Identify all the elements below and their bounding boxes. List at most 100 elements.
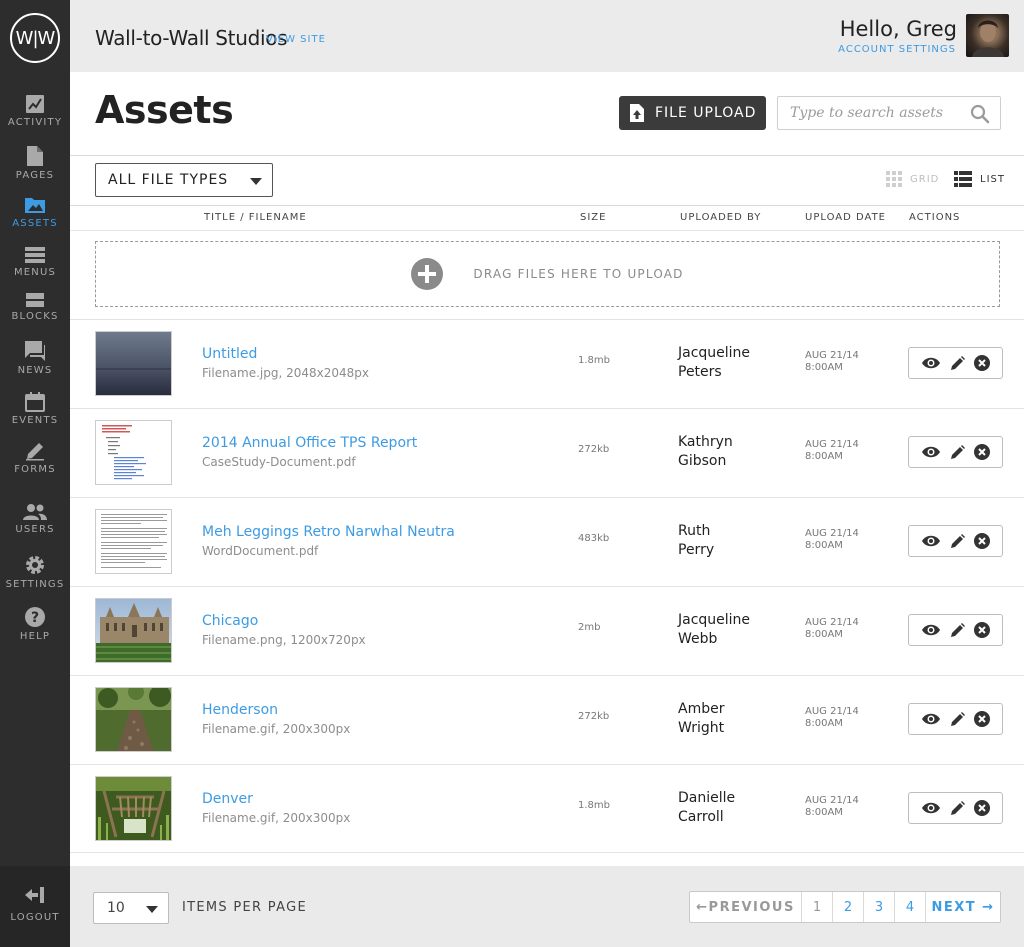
add-circle-icon [411,258,444,290]
sidebar-item-blocks[interactable]: BLOCKS [0,292,70,322]
row-actions [908,703,1003,735]
file-upload-button[interactable]: FILE UPLOAD [619,96,766,130]
upload-time: 8:00AM [805,718,843,729]
items-per-page-select[interactable]: 10 [93,892,169,924]
grid-icon [886,171,902,187]
next-page-button[interactable]: NEXT → [926,892,1000,922]
page-button-1[interactable]: 1 [802,892,833,922]
page-icon [27,146,43,166]
asset-thumbnail[interactable] [95,509,172,574]
upload-dropzone[interactable]: DRAG FILES HERE TO UPLOAD [95,241,1000,307]
search-icon[interactable] [970,104,990,124]
menu-icon [25,247,45,263]
view-icon[interactable] [921,712,941,726]
upload-time: 8:00AM [805,362,843,373]
avatar[interactable] [966,14,1009,57]
brand-logo[interactable]: W|W [10,13,60,63]
gear-icon [26,556,44,574]
list-view-toggle[interactable]: LIST [954,171,1005,187]
asset-upload-date: AUG 21/14 8:00AM [805,795,859,819]
pencil-icon [26,443,44,461]
asset-thumbnail[interactable] [95,776,172,841]
asset-thumbnail[interactable] [95,331,172,396]
main-content: Assets FILE UPLOAD ALL FILE TYPES GRID L… [70,72,1024,866]
sidebar-item-help[interactable]: ? HELP [0,606,70,642]
sidebar-item-label: HELP [19,631,51,642]
asset-title-link[interactable]: Henderson [202,702,278,718]
upload-time: 8:00AM [805,629,843,640]
previous-page-button[interactable]: ←PREVIOUS [690,892,802,922]
logo-text: W|W [15,27,56,49]
edit-icon[interactable] [950,444,965,460]
asset-thumbnail[interactable] [95,687,172,752]
pagination-footer: 10 ITEMS PER PAGE ←PREVIOUS 1 2 3 4 NEXT… [70,866,1024,947]
edit-icon[interactable] [950,711,965,727]
view-icon[interactable] [921,445,941,459]
asset-filename: WordDocument.pdf [202,544,319,558]
column-header-title[interactable]: TITLE / FILENAME [204,212,307,223]
logout-button[interactable]: LOGOUT [0,866,70,947]
asset-title-link[interactable]: 2014 Annual Office TPS Report [202,435,417,451]
asset-filename: CaseStudy-Document.pdf [202,455,356,469]
column-header-upload-date[interactable]: UPLOAD DATE [805,212,886,223]
table-row: Meh Leggings Retro Narwhal Neutra WordDo… [70,497,1024,586]
asset-title-link[interactable]: Meh Leggings Retro Narwhal Neutra [202,524,455,540]
column-header-uploaded-by[interactable]: UPLOADED BY [680,212,761,223]
file-type-filter-value: ALL FILE TYPES [108,172,229,188]
edit-icon[interactable] [950,622,965,638]
delete-icon[interactable] [973,711,990,727]
view-icon[interactable] [921,534,941,548]
table-row: Henderson Filename.gif, 200x300px 272kb … [70,675,1024,764]
delete-icon[interactable] [973,800,990,816]
row-actions [908,436,1003,468]
sidebar-item-assets[interactable]: ASSETS [0,195,70,229]
edit-icon[interactable] [950,800,965,816]
account-settings-link[interactable]: ACCOUNT SETTINGS [838,44,956,55]
asset-uploader: Danielle Carroll [678,789,768,827]
sidebar-item-events[interactable]: EVENTS [0,392,70,426]
asset-thumbnail[interactable] [95,598,172,663]
edit-icon[interactable] [950,355,965,371]
sidebar-item-news[interactable]: NEWS [0,340,70,376]
uploader-last-name: Carroll [678,809,724,825]
asset-filename: Filename.gif, 200x300px [202,811,351,825]
sidebar-item-activity[interactable]: ACTIVITY [0,94,70,128]
asset-upload-date: AUG 21/14 8:00AM [805,617,859,641]
asset-thumbnail[interactable] [95,420,172,485]
search-input[interactable] [778,97,958,129]
table-row: 2014 Annual Office TPS Report CaseStudy-… [70,408,1024,497]
asset-filename: Filename.png, 1200x720px [202,633,366,647]
asset-size: 272kb [578,711,610,722]
help-icon: ? [25,607,45,627]
column-header-size[interactable]: SIZE [580,212,606,223]
page-button-4[interactable]: 4 [895,892,926,922]
file-type-filter[interactable]: ALL FILE TYPES [95,163,273,197]
upload-date: AUG 21/14 [805,350,859,361]
asset-title-link[interactable]: Untitled [202,346,257,362]
sidebar-item-pages[interactable]: PAGES [0,145,70,181]
logout-label: LOGOUT [10,912,60,923]
edit-icon[interactable] [950,533,965,549]
sidebar-item-users[interactable]: USERS [0,503,70,535]
sidebar-item-menus[interactable]: MENUS [0,246,70,278]
page-button-2[interactable]: 2 [833,892,864,922]
asset-title-link[interactable]: Denver [202,791,253,807]
view-icon[interactable] [921,801,941,815]
delete-icon[interactable] [973,444,990,460]
uploader-first-name: Danielle [678,790,736,806]
sidebar-item-settings[interactable]: SETTINGS [0,554,70,590]
table-row: Untitled Filename.jpg, 2048x2048px 1.8mb… [70,319,1024,408]
delete-icon[interactable] [973,533,990,549]
view-icon[interactable] [921,623,941,637]
upload-time: 8:00AM [805,451,843,462]
sidebar-item-label: ACTIVITY [7,117,63,128]
view-site-link[interactable]: VIEW SITE [266,34,326,45]
asset-uploader: Ruth Perry [678,522,768,560]
asset-title-link[interactable]: Chicago [202,613,258,629]
delete-icon[interactable] [973,622,990,638]
view-icon[interactable] [921,356,941,370]
page-button-3[interactable]: 3 [864,892,895,922]
sidebar-item-forms[interactable]: FORMS [0,441,70,475]
delete-icon[interactable] [973,355,990,371]
grid-view-toggle[interactable]: GRID [886,171,939,187]
